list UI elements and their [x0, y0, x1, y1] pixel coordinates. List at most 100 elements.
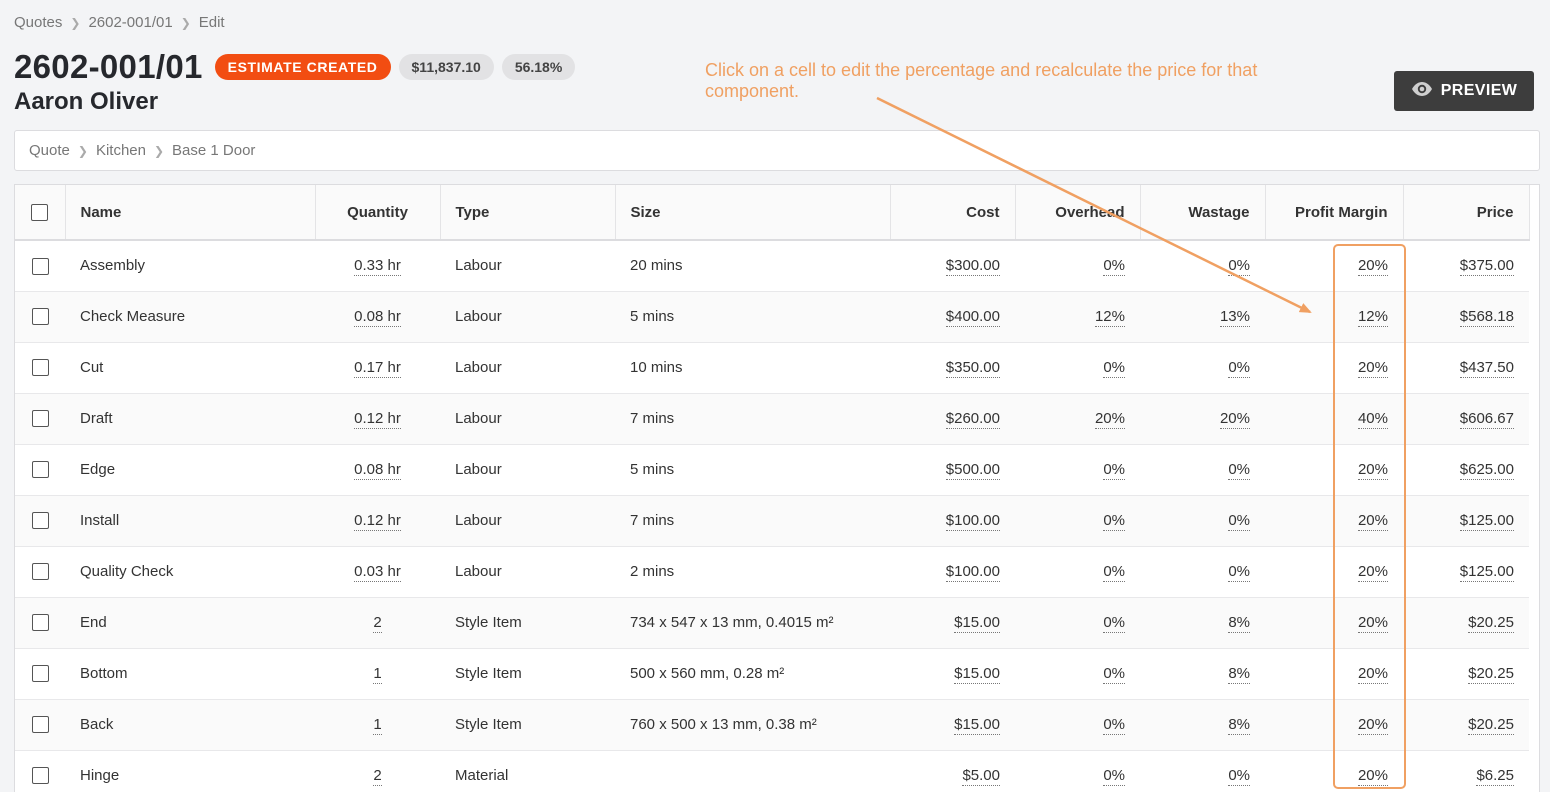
- select-all-checkbox[interactable]: [31, 203, 49, 221]
- cell-wastage-value[interactable]: 8%: [1228, 614, 1250, 633]
- cell-profit-margin-value[interactable]: 20%: [1357, 512, 1388, 531]
- cell-profit-margin-value[interactable]: 20%: [1357, 665, 1388, 684]
- section-crumb-quote[interactable]: Quote: [29, 142, 70, 159]
- cell-price[interactable]: $20.25: [1403, 648, 1529, 700]
- cell-quantity-value[interactable]: 1: [373, 716, 382, 735]
- cell-profit-margin[interactable]: 12%: [1265, 291, 1403, 343]
- cell-overhead-value[interactable]: 0%: [1103, 665, 1125, 684]
- cell-wastage[interactable]: 13%: [1140, 291, 1265, 343]
- cell-price[interactable]: $437.50: [1403, 342, 1529, 394]
- cell-price-value[interactable]: $20.25: [1468, 614, 1514, 633]
- cell-cost[interactable]: $15.00: [890, 699, 1015, 751]
- row-checkbox[interactable]: [31, 461, 49, 479]
- cell-price-value[interactable]: $20.25: [1468, 665, 1514, 684]
- cell-cost-value[interactable]: $100.00: [945, 512, 1000, 531]
- cell-cost-value[interactable]: $500.00: [945, 461, 1000, 480]
- cell-overhead[interactable]: 0%: [1015, 648, 1140, 700]
- cell-profit-margin[interactable]: 20%: [1265, 240, 1403, 292]
- column-header-overhead[interactable]: Overhead: [1015, 185, 1141, 241]
- cell-overhead-value[interactable]: 0%: [1103, 563, 1125, 582]
- cell-profit-margin[interactable]: 20%: [1265, 597, 1403, 649]
- column-header-name[interactable]: Name: [65, 185, 316, 241]
- column-header-profit-margin[interactable]: Profit Margin: [1265, 185, 1404, 241]
- cell-cost-value[interactable]: $300.00: [945, 257, 1000, 277]
- cell-cost[interactable]: $100.00: [890, 495, 1015, 547]
- cell-cost[interactable]: $100.00: [890, 546, 1015, 598]
- cell-overhead[interactable]: 0%: [1015, 699, 1140, 751]
- column-header-type[interactable]: Type: [440, 185, 616, 241]
- row-checkbox[interactable]: [31, 512, 49, 530]
- cell-price[interactable]: $6.25: [1403, 750, 1529, 792]
- breadcrumb-item-quote-number[interactable]: 2602-001/01: [88, 14, 172, 31]
- cell-overhead[interactable]: 12%: [1015, 291, 1140, 343]
- cell-overhead[interactable]: 0%: [1015, 342, 1140, 394]
- cell-wastage[interactable]: 0%: [1140, 546, 1265, 598]
- cell-wastage-value[interactable]: 8%: [1228, 665, 1250, 684]
- cell-profit-margin[interactable]: 20%: [1265, 444, 1403, 496]
- cell-wastage-value[interactable]: 0%: [1228, 563, 1250, 582]
- section-crumb-kitchen[interactable]: Kitchen: [96, 142, 146, 159]
- cell-cost[interactable]: $5.00: [890, 750, 1015, 792]
- cell-quantity[interactable]: 0.12 hr: [315, 393, 440, 445]
- cell-wastage-value[interactable]: 0%: [1228, 767, 1250, 786]
- cell-cost[interactable]: $260.00: [890, 393, 1015, 445]
- cell-profit-margin-value[interactable]: 20%: [1357, 716, 1388, 735]
- cell-overhead[interactable]: 20%: [1015, 393, 1140, 445]
- cell-quantity-value[interactable]: 1: [373, 665, 382, 684]
- row-checkbox[interactable]: [31, 563, 49, 581]
- cell-overhead-value[interactable]: 0%: [1103, 767, 1125, 786]
- cell-overhead[interactable]: 0%: [1015, 240, 1140, 292]
- cell-quantity-value[interactable]: 0.12 hr: [354, 410, 401, 429]
- column-header-size[interactable]: Size: [615, 185, 891, 241]
- cell-wastage[interactable]: 0%: [1140, 342, 1265, 394]
- cell-quantity[interactable]: 0.12 hr: [315, 495, 440, 547]
- cell-profit-margin[interactable]: 20%: [1265, 699, 1403, 751]
- cell-quantity-value[interactable]: 0.08 hr: [354, 461, 401, 480]
- cell-overhead-value[interactable]: 0%: [1103, 614, 1125, 633]
- cell-wastage[interactable]: 0%: [1140, 240, 1265, 292]
- cell-profit-margin-value[interactable]: 20%: [1357, 461, 1388, 480]
- cell-profit-margin-value[interactable]: 20%: [1357, 563, 1388, 582]
- row-checkbox[interactable]: [31, 665, 49, 683]
- cell-wastage-value[interactable]: 0%: [1228, 461, 1250, 480]
- cell-overhead-value[interactable]: 0%: [1103, 359, 1125, 378]
- cell-profit-margin-value[interactable]: 20%: [1357, 767, 1388, 786]
- cell-cost-value[interactable]: $260.00: [945, 410, 1000, 429]
- column-header-quantity[interactable]: Quantity: [315, 185, 441, 241]
- cell-overhead[interactable]: 0%: [1015, 546, 1140, 598]
- cell-price-value[interactable]: $375.00: [1459, 257, 1514, 277]
- cell-wastage-value[interactable]: 0%: [1228, 512, 1250, 531]
- cell-profit-margin-value[interactable]: 20%: [1357, 614, 1388, 633]
- cell-cost-value[interactable]: $15.00: [954, 665, 1000, 684]
- cell-quantity-value[interactable]: 0.17 hr: [354, 359, 401, 378]
- cell-price[interactable]: $375.00: [1403, 240, 1529, 292]
- cell-wastage[interactable]: 20%: [1140, 393, 1265, 445]
- cell-quantity-value[interactable]: 0.33 hr: [354, 257, 401, 277]
- row-checkbox[interactable]: [31, 410, 49, 428]
- cell-overhead[interactable]: 0%: [1015, 444, 1140, 496]
- cell-price[interactable]: $20.25: [1403, 597, 1529, 649]
- column-header-wastage[interactable]: Wastage: [1140, 185, 1266, 241]
- cell-price-value[interactable]: $568.18: [1459, 308, 1514, 327]
- cell-wastage[interactable]: 0%: [1140, 495, 1265, 547]
- cell-wastage-value[interactable]: 13%: [1219, 308, 1250, 327]
- cell-profit-margin-value[interactable]: 40%: [1357, 410, 1388, 429]
- cell-overhead-value[interactable]: 0%: [1103, 716, 1125, 735]
- cell-overhead[interactable]: 0%: [1015, 597, 1140, 649]
- cell-overhead-value[interactable]: 0%: [1103, 512, 1125, 531]
- row-checkbox[interactable]: [31, 614, 49, 632]
- cell-price-value[interactable]: $20.25: [1468, 716, 1514, 735]
- cell-cost[interactable]: $15.00: [890, 597, 1015, 649]
- cell-cost[interactable]: $400.00: [890, 291, 1015, 343]
- cell-profit-margin-value[interactable]: 20%: [1357, 257, 1388, 277]
- cell-price-value[interactable]: $125.00: [1459, 512, 1514, 531]
- cell-overhead-value[interactable]: 0%: [1103, 257, 1125, 277]
- cell-wastage[interactable]: 0%: [1140, 750, 1265, 792]
- cell-price[interactable]: $625.00: [1403, 444, 1529, 496]
- cell-overhead[interactable]: 0%: [1015, 750, 1140, 792]
- cell-overhead[interactable]: 0%: [1015, 495, 1140, 547]
- cell-wastage[interactable]: 8%: [1140, 699, 1265, 751]
- cell-wastage[interactable]: 0%: [1140, 444, 1265, 496]
- cell-price[interactable]: $125.00: [1403, 546, 1529, 598]
- cell-profit-margin[interactable]: 40%: [1265, 393, 1403, 445]
